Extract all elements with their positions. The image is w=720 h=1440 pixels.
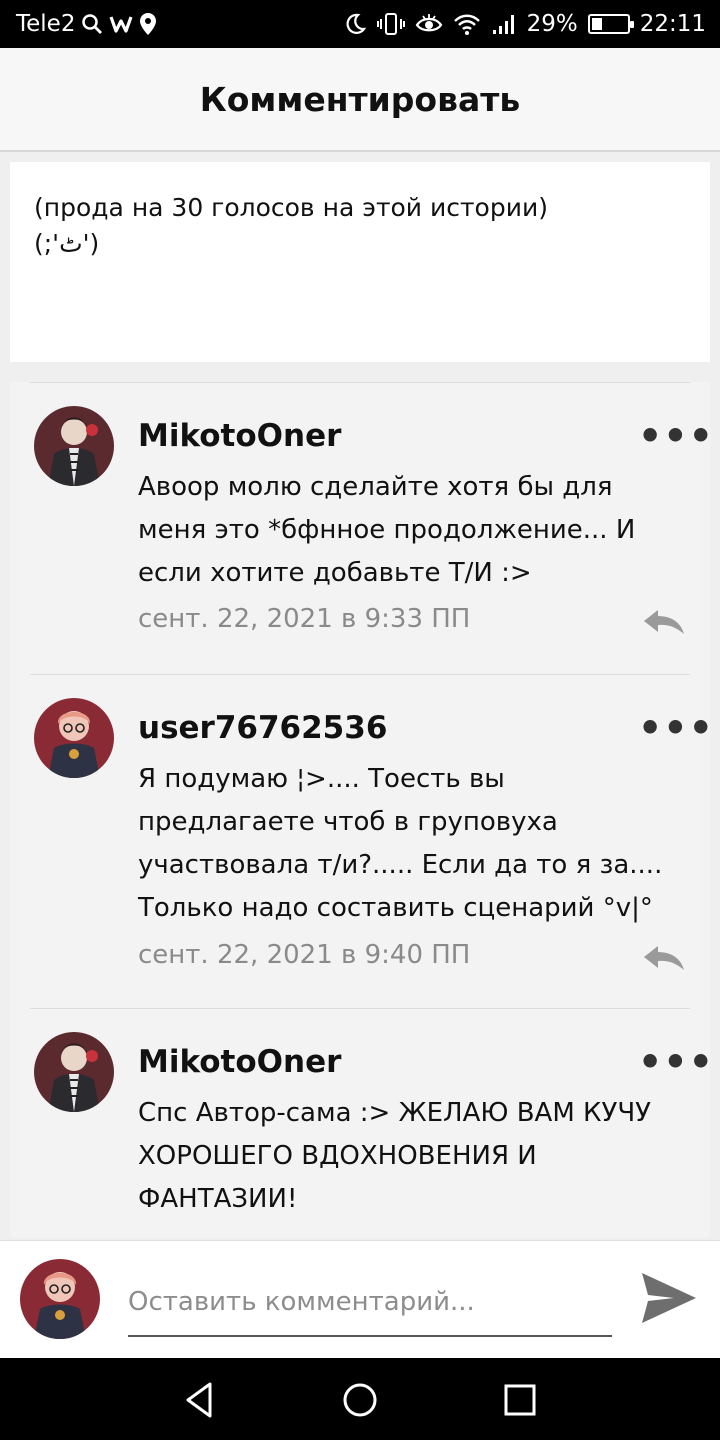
back-icon[interactable] (180, 1380, 220, 1420)
comment-username[interactable]: user76762536 (138, 710, 387, 746)
comment-item: user76762536 ••• Я подумаю ¦>.... Тоесть… (10, 674, 710, 1008)
comment-text: Я подумаю ¦>.... Тоесть вы предлагаете ч… (138, 764, 663, 923)
comment-text: Авоор молю сделайте хотя бы для меня это… (138, 472, 636, 588)
avatar[interactable] (34, 1032, 114, 1112)
avatar[interactable] (34, 406, 114, 486)
carrier-label: Tele2 (16, 11, 76, 37)
comment-date: сент. 22, 2021 в 9:33 ПП (138, 604, 471, 634)
more-options-button[interactable]: ••• (638, 1043, 710, 1081)
signal-icon (492, 15, 514, 34)
wifi-icon (453, 14, 480, 35)
location-icon (140, 13, 157, 35)
story-card: (прода на 30 голосов на этой истории) (;… (10, 162, 710, 362)
status-bar: Tele2 29% 22:11 (0, 0, 720, 48)
comment-list[interactable]: MikotoOner ••• Авоор молю сделайте хотя … (10, 382, 710, 1238)
divider (30, 1008, 690, 1009)
reply-icon[interactable] (642, 608, 686, 636)
send-button[interactable] (640, 1271, 698, 1325)
w-app-icon (109, 16, 133, 33)
search-icon (82, 14, 103, 34)
avatar[interactable] (34, 698, 114, 778)
eye-icon (415, 14, 442, 32)
divider (30, 674, 690, 675)
comment-date: сент. 22, 2021 в 9:40 ПП (138, 940, 471, 970)
comment-input-bar (0, 1240, 720, 1359)
story-text: (прода на 30 голосов на этой истории) (;… (34, 193, 548, 258)
divider (30, 382, 690, 383)
comment-username[interactable]: MikotoOner (138, 418, 341, 454)
reply-icon[interactable] (642, 944, 686, 972)
home-icon[interactable] (340, 1380, 380, 1420)
page-title: Комментировать (199, 79, 521, 119)
header-bar: Комментировать (0, 48, 720, 152)
clock: 22:11 (639, 11, 706, 37)
comment-username[interactable]: MikotoOner (138, 1044, 341, 1080)
battery-percent: 29% (526, 11, 578, 37)
more-options-button[interactable]: ••• (638, 709, 710, 747)
battery-icon (587, 14, 634, 34)
moon-icon (346, 13, 366, 34)
more-options-button[interactable]: ••• (638, 417, 710, 455)
current-user-avatar[interactable] (20, 1259, 100, 1339)
comment-item: MikotoOner ••• Авоор молю сделайте хотя … (10, 382, 710, 674)
comment-text: Спс Автор-сама :> ЖЕЛАЮ ВАМ КУЧУ ХОРОШЕГ… (138, 1098, 652, 1214)
system-nav-bar (0, 1358, 720, 1440)
vibrate-icon (376, 13, 405, 35)
recents-icon[interactable] (500, 1380, 540, 1420)
comment-input[interactable] (128, 1269, 612, 1337)
battery-level-fill (591, 18, 602, 30)
comment-item: MikotoOner ••• Спс Автор-сама :> ЖЕЛАЮ В… (10, 1008, 710, 1238)
